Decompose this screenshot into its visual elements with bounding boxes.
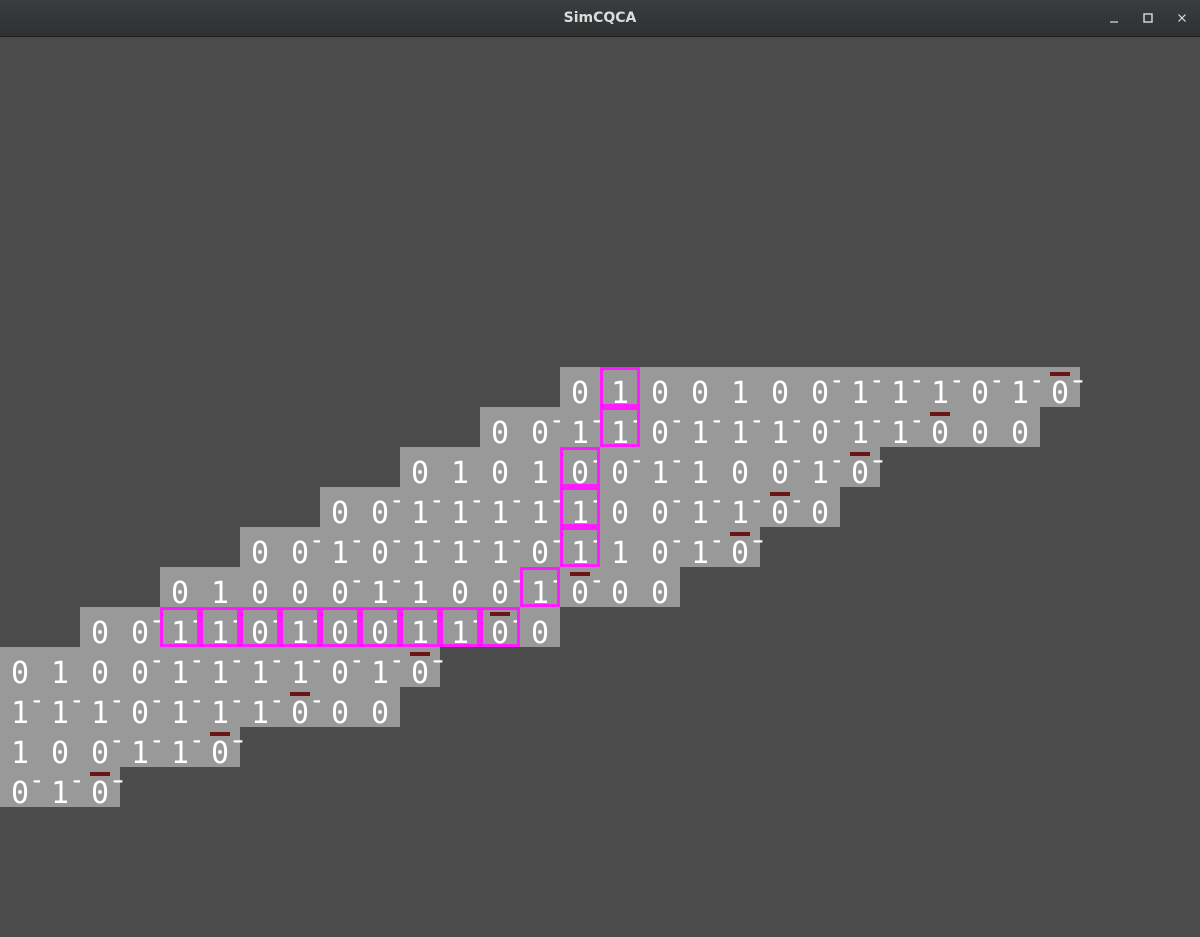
cell-value: 0 [51,736,69,771]
cell-value: 0 [691,376,709,411]
close-button[interactable] [1172,8,1192,28]
cell-value: 1 [51,656,69,691]
cell-value: 0 [771,376,789,411]
head-marker [210,732,230,736]
cell-value: 1 [731,376,749,411]
cell-value: 0 [651,376,669,411]
cell-value: 0 [331,696,349,731]
cell-value: 0 [491,416,509,451]
head-marker [290,692,310,696]
cell-value: 1 [451,456,469,491]
cell-grid[interactable]: 0 1 0 0 1 0 0̄ 1̄ 1̄ 1̄ 0̄ 1̄ 0̄0 0̄ 1̄ 1̄ 0̄ 1̄ 1̄ 1̄ 0̄ 1̄ 1… [0,37,1200,937]
cell-value: 0 [371,696,389,731]
cell-value: 0 [1011,416,1029,451]
cell-value: 1 [691,456,709,491]
cell-value: 1 [11,736,29,771]
head-marker [90,772,110,776]
maximize-button[interactable] [1138,8,1158,28]
cell-value: 0 [331,496,349,531]
window-title: SimCQCA [563,10,637,26]
cell-value: 0 [291,576,309,611]
cell-value: 0 [491,456,509,491]
head-marker [490,612,510,616]
cell-value: 0 [611,496,629,531]
cell-value: 1 [611,536,629,571]
cell-value: 0 [571,376,589,411]
close-icon [1178,14,1186,22]
maximize-icon [1143,13,1153,23]
head-marker [850,452,870,456]
cell-value: 0 [251,576,269,611]
cell-value: 0 [531,616,549,651]
cell-value: 0 [91,656,109,691]
head-marker [730,532,750,536]
head-marker [930,412,950,416]
head-marker [770,492,790,496]
minimize-icon [1110,21,1118,23]
window-titlebar: SimCQCA [0,0,1200,37]
cell-value: 0 [651,576,669,611]
cell-value: 0 [811,496,829,531]
cell-value: 0 [931,416,949,451]
cell-value: 0 [411,456,429,491]
cell-value: 0 [251,536,269,571]
cell-value: 0 [171,576,189,611]
head-marker [570,572,590,576]
automaton-canvas[interactable]: 0 1 0 0 1 0 0̄ 1̄ 1̄ 1̄ 0̄ 1̄ 0̄ 0 0̄ 1̄ 1̄ 0̄ 1̄ 1̄ 1̄ 0̄ 1̄ 1… [0,37,1200,937]
head-marker [1050,372,1070,376]
cell-value: 0 [611,576,629,611]
cell-value: 0 [451,576,469,611]
cell-value: 1 [531,456,549,491]
head-marker [410,652,430,656]
cell-value: 0 [91,616,109,651]
cell-value: 0 [731,456,749,491]
minimize-button[interactable] [1104,8,1124,28]
cell-value: 0 [11,656,29,691]
cell-value: 1 [211,576,229,611]
cell-value: 0 [971,416,989,451]
cell-value: 1 [411,576,429,611]
